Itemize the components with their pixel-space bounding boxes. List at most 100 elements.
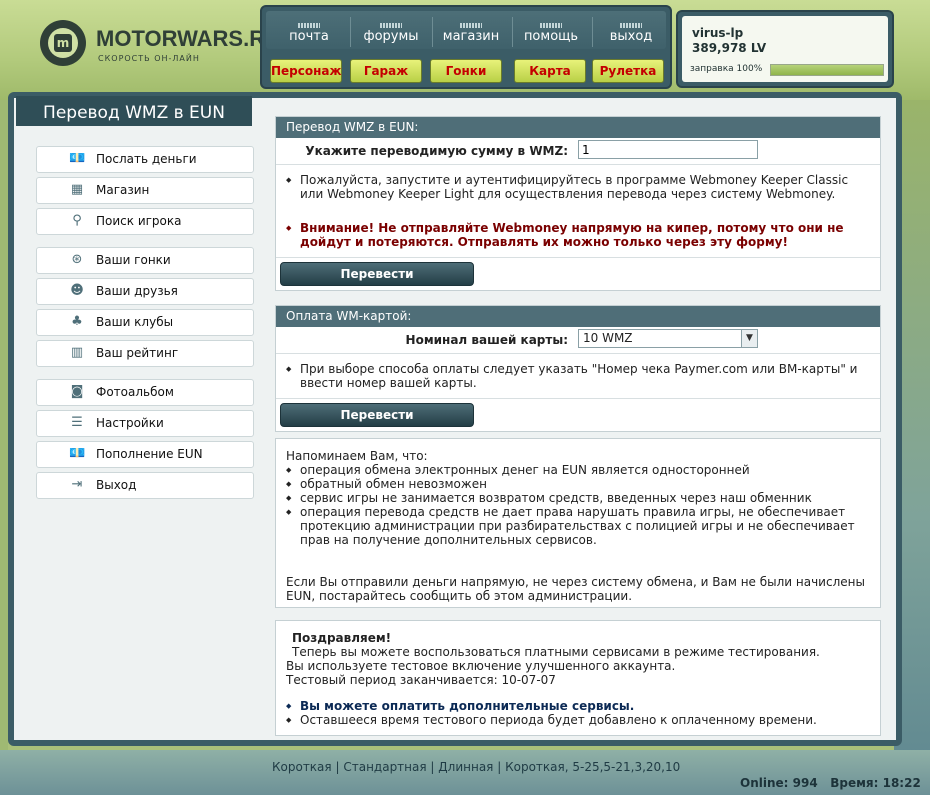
card-nominal-label: Номинал вашей карты: (405, 333, 568, 347)
transfer-button-row: Перевести (276, 257, 880, 290)
menu-item-label: Ваши гонки (96, 253, 171, 267)
congrats-line: Теперь вы можете воспользоваться платным… (292, 645, 820, 659)
settings-icon: ☰ (71, 415, 83, 430)
side-menu: 💶 Послать деньги ▦ Магазин ⚲ Поиск игрока ⊛… (36, 146, 254, 503)
congrats-line: Тестовый период заканчивается: 10-07-07 (286, 673, 556, 687)
nav-link-exit[interactable]: выход (592, 11, 670, 49)
congrats-bullet: Оставшееся время тестового периода будет… (286, 713, 870, 727)
congrats-pay-link[interactable]: Вы можете оплатить дополнительные сервис… (286, 699, 870, 713)
menu-gap (36, 371, 254, 379)
reminder-item: операция перевода средств не дает права … (286, 505, 870, 547)
footer-separator: | (497, 760, 502, 774)
user-info-inner: virus-lp 389,978 LV заправка 100% (682, 16, 888, 82)
congrats-line: Вы используете тестовое включение улучше… (286, 659, 676, 673)
nav-button-map[interactable]: Карта (514, 59, 586, 83)
online-count: Online: 994 (740, 776, 818, 790)
nav-link-help[interactable]: помощь (512, 11, 590, 49)
footer-link-long[interactable]: Длинная (438, 760, 493, 774)
card-submit-button[interactable]: Перевести (280, 403, 474, 427)
card-info-text: При выборе способа оплаты следует указат… (276, 354, 880, 398)
menu-item-label: Пополнение EUN (96, 447, 203, 461)
logo-subtitle: СКОРОСТЬ ОН-ЛАЙН (98, 54, 200, 63)
user-info-panel: virus-lp 389,978 LV заправка 100% (676, 10, 894, 88)
nav-links-bar: почта форумы магазин помощь выход (266, 11, 666, 49)
friends-icon: ☻ (70, 283, 84, 298)
rating-icon: ▥ (70, 345, 84, 360)
transfer-info-line: Пожалуйста, запустите и аутентифицируйте… (286, 173, 870, 201)
transfer-amount-row: Укажите переводимую сумму в WMZ: (276, 138, 880, 165)
menu-item-label: Ваши друзья (96, 284, 178, 298)
card-panel-header: Оплата WM-картой: (276, 306, 880, 327)
nav-button-garage[interactable]: Гараж (350, 59, 422, 83)
shop-icon: ▦ (70, 182, 84, 197)
user-name[interactable]: virus-lp (692, 26, 743, 40)
menu-item-logout[interactable]: ⇥ Выход (36, 472, 254, 499)
chevron-down-icon[interactable]: ▼ (741, 330, 757, 347)
congrats-box: Поздравляем! Теперь вы можете воспользов… (275, 620, 881, 736)
menu-item-label: Послать деньги (96, 152, 197, 166)
left-background (0, 100, 8, 795)
menu-item-topup-eun[interactable]: 💶 Пополнение EUN (36, 441, 254, 468)
menu-item-races[interactable]: ⊛ Ваши гонки (36, 247, 254, 274)
menu-item-settings[interactable]: ☰ Настройки (36, 410, 254, 437)
fuel-label: заправка 100% (690, 64, 763, 74)
logo-mark-icon: m (54, 34, 72, 52)
card-button-row: Перевести (276, 398, 880, 431)
reminder-item: обратный обмен невозможен (286, 477, 870, 491)
nav-link-mail[interactable]: почта (270, 11, 348, 49)
transfer-submit-button[interactable]: Перевести (280, 262, 474, 286)
nav-button-races[interactable]: Гонки (430, 59, 502, 83)
money-icon: 💶 (69, 151, 86, 166)
card-nominal-select[interactable]: 10 WMZ ▼ (578, 329, 758, 348)
logo-title: MOTORWARS.RU (96, 26, 281, 51)
menu-gap (36, 239, 254, 247)
menu-item-label: Фотоальбом (96, 385, 174, 399)
money-icon: 💶 (69, 446, 86, 461)
footer-link-standard[interactable]: Стандартная (343, 760, 426, 774)
reminder-footer: Если Вы отправили деньги напрямую, не че… (286, 575, 865, 603)
transfer-amount-input[interactable] (578, 140, 758, 159)
menu-item-search-player[interactable]: ⚲ Поиск игрока (36, 208, 254, 235)
nav-button-roulette[interactable]: Рулетка (592, 59, 664, 83)
transfer-warning: Внимание! Не отправляйте Webmoney напрям… (286, 221, 870, 249)
card-nominal-row: Номинал вашей карты: 10 WMZ ▼ (276, 327, 880, 354)
exit-icon: ⇥ (71, 477, 83, 492)
transfer-amount-label: Укажите переводимую сумму в WMZ: (305, 144, 568, 158)
nav-button-character[interactable]: Персонаж (270, 59, 342, 83)
user-balance: 389,978 LV (692, 41, 767, 55)
steering-wheel-icon: ⊛ (71, 252, 83, 267)
menu-item-send-money[interactable]: 💶 Послать деньги (36, 146, 254, 173)
card-info-line: При выборе способа оплаты следует указат… (286, 362, 870, 390)
footer-status: Online: 994 Время: 18:22 (740, 776, 921, 790)
menu-item-shop[interactable]: ▦ Магазин (36, 177, 254, 204)
reminder-item: операция обмена электронных денег на EUN… (286, 463, 870, 477)
menu-item-label: Выход (96, 478, 137, 492)
reminder-text: Напоминаем Вам, что: операция обмена эле… (276, 439, 880, 611)
reminder-item: сервис игры не занимается возвратом сред… (286, 491, 870, 505)
transfer-panel: Перевод WMZ в EUN: Укажите переводимую с… (275, 116, 881, 291)
transfer-panel-header: Перевод WMZ в EUN: (276, 117, 880, 138)
clubs-icon: ♣ (71, 314, 83, 329)
camera-icon: ◙ (70, 384, 84, 399)
footer-separator: | (335, 760, 340, 774)
menu-item-label: Настройки (96, 416, 164, 430)
reminder-intro: Напоминаем Вам, что: (286, 449, 428, 463)
menu-item-label: Ваш рейтинг (96, 346, 179, 360)
nav-separator (350, 17, 351, 47)
nav-link-forums[interactable]: форумы (352, 11, 430, 49)
footer-links: Короткая | Стандартная | Длинная | Корот… (272, 760, 680, 774)
site-logo[interactable]: m MOTORWARS.RU СКОРОСТЬ ОН-ЛАЙН (40, 20, 281, 70)
top-navigation: почта форумы магазин помощь выход Персон… (260, 5, 672, 89)
menu-item-label: Ваши клубы (96, 315, 174, 329)
menu-item-photo-album[interactable]: ◙ Фотоальбом (36, 379, 254, 406)
nav-link-shop[interactable]: магазин (432, 11, 510, 49)
congrats-text: Поздравляем! Теперь вы можете воспользов… (276, 621, 880, 735)
menu-item-label: Магазин (96, 183, 150, 197)
server-time: Время: 18:22 (830, 776, 921, 790)
card-payment-panel: Оплата WM-картой: Номинал вашей карты: 1… (275, 305, 881, 432)
footer-link-short[interactable]: Короткая (272, 760, 332, 774)
menu-item-rating[interactable]: ▥ Ваш рейтинг (36, 340, 254, 367)
menu-item-clubs[interactable]: ♣ Ваши клубы (36, 309, 254, 336)
menu-item-friends[interactable]: ☻ Ваши друзья (36, 278, 254, 305)
footer-link-short-custom[interactable]: Короткая, 5-25,5-21,3,20,10 (505, 760, 680, 774)
